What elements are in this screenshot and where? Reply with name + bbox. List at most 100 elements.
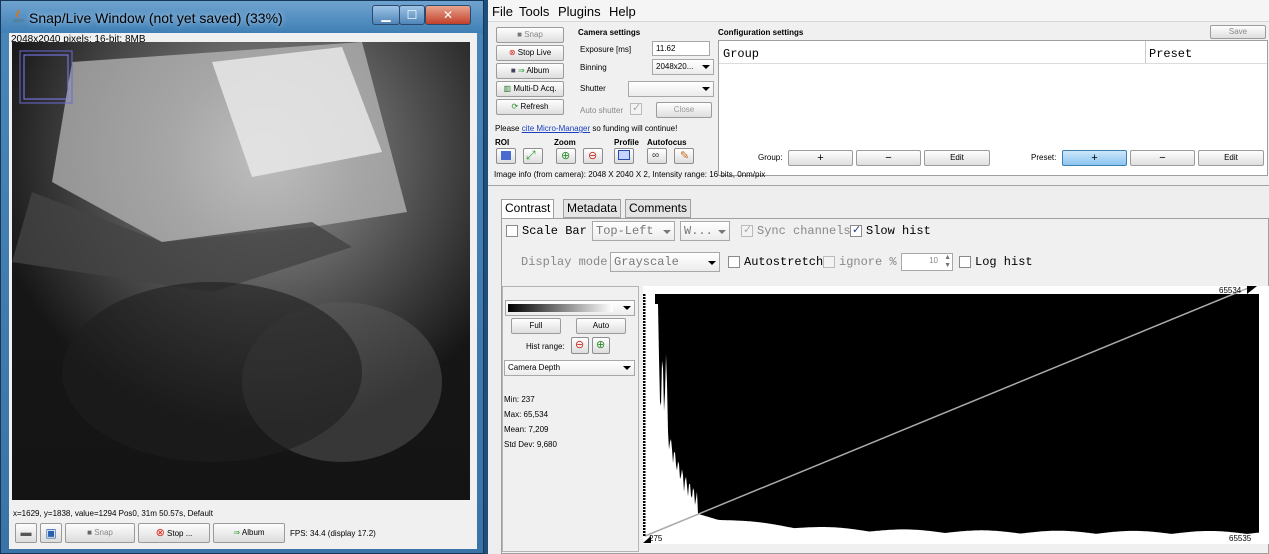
close-button[interactable]: ✕ bbox=[425, 5, 471, 25]
live-image[interactable] bbox=[12, 42, 470, 500]
binoculars-icon: ∞ bbox=[652, 150, 660, 161]
cite-link[interactable]: cite Micro-Manager bbox=[522, 124, 590, 133]
zoom-out-icon: ⊖ bbox=[588, 150, 598, 162]
refresh-icon: ⟳ bbox=[511, 102, 519, 111]
album-button[interactable]: ⇒ Album bbox=[213, 523, 285, 543]
open-folder-button[interactable]: ▬ bbox=[15, 523, 37, 543]
add-preset-button[interactable]: + bbox=[1062, 150, 1127, 166]
sync-channels-checkbox[interactable] bbox=[741, 223, 753, 237]
roi-rect-icon bbox=[501, 151, 511, 160]
wrench-icon: ✎ bbox=[680, 150, 690, 162]
histogram[interactable]: 65534 275 65535 bbox=[642, 285, 1269, 544]
snap-button[interactable]: ■ Snap bbox=[496, 27, 564, 43]
ignore-percent-label: ignore % bbox=[839, 255, 897, 269]
stat-min: Min: 237 bbox=[504, 395, 535, 404]
group-column-header[interactable]: Group bbox=[723, 47, 759, 61]
shutter-label: Shutter bbox=[580, 84, 606, 93]
zoom-in-button[interactable]: ⊕ bbox=[556, 148, 576, 164]
tab-comments[interactable]: Comments bbox=[625, 199, 692, 218]
ignore-percent-spinner[interactable]: 10 ▲ ▼ bbox=[901, 253, 953, 271]
arrow-right-icon: ⇒ bbox=[233, 528, 241, 537]
hist-range-end-label: 65535 bbox=[1229, 534, 1252, 543]
scale-bar-checkbox[interactable] bbox=[506, 225, 518, 237]
snap-button-disabled[interactable]: ■ Snap bbox=[65, 523, 135, 543]
album-button[interactable]: ■ ⇒ Album bbox=[496, 63, 564, 79]
roi-label: ROI bbox=[495, 138, 510, 147]
stat-std-dev: Std Dev: 9,680 bbox=[504, 440, 557, 449]
chevron-down-icon bbox=[702, 87, 710, 91]
hist-zoom-in-button[interactable]: ⊕ bbox=[592, 337, 610, 354]
hist-range-label: Hist range: bbox=[526, 342, 565, 351]
menu-plugins[interactable]: Plugins bbox=[558, 4, 601, 19]
camera-icon: ■ bbox=[87, 528, 92, 537]
autofocus-settings-button[interactable]: ✎ bbox=[674, 148, 694, 164]
preset-column-header[interactable]: Preset bbox=[1149, 47, 1192, 61]
spinner-arrows-icon: ▲ ▼ bbox=[944, 254, 951, 269]
scale-bar-label: Scale Bar bbox=[522, 224, 587, 238]
live-image-content bbox=[12, 42, 470, 500]
remove-preset-button[interactable]: − bbox=[1130, 150, 1195, 166]
remove-group-button[interactable]: − bbox=[856, 150, 921, 166]
auto-shutter-label: Auto shutter bbox=[580, 106, 624, 115]
tab-contrast[interactable]: Contrast bbox=[501, 199, 555, 219]
snap-title-bar[interactable]: Snap/Live Window (not yet saved) (33%) ▁… bbox=[1, 1, 483, 33]
autostretch-checkbox[interactable] bbox=[728, 256, 740, 268]
profile-label: Profile bbox=[614, 138, 639, 147]
profile-icon bbox=[618, 150, 630, 160]
folder-icon: ▬ bbox=[20, 527, 32, 539]
shutter-select[interactable] bbox=[628, 81, 714, 97]
edit-group-button[interactable]: Edit bbox=[924, 150, 990, 166]
close-shutter-button[interactable]: Close bbox=[656, 102, 712, 118]
group-label: Group: bbox=[758, 153, 783, 162]
add-group-button[interactable]: + bbox=[788, 150, 853, 166]
menu-file[interactable]: File bbox=[492, 4, 513, 19]
snap-window-title: Snap/Live Window (not yet saved) (33%) bbox=[29, 10, 283, 26]
hist-max-label: 65534 bbox=[1219, 286, 1242, 295]
hist-zoom-out-button[interactable]: ⊖ bbox=[571, 337, 589, 354]
set-roi-button[interactable] bbox=[496, 148, 516, 164]
menu-tools[interactable]: Tools bbox=[519, 4, 549, 19]
slow-hist-checkbox[interactable] bbox=[850, 223, 862, 237]
full-roi-button[interactable]: ⤢ bbox=[523, 148, 543, 164]
binning-select[interactable]: 2048x20... bbox=[652, 59, 714, 75]
scale-bar-position-select[interactable]: Top-Left bbox=[592, 221, 675, 241]
stat-mean: Mean: 7,209 bbox=[504, 425, 549, 434]
exposure-input[interactable]: 11.62 bbox=[652, 41, 710, 56]
save-image-button[interactable]: ▣ bbox=[40, 523, 62, 543]
save-config-button[interactable]: Save bbox=[1210, 25, 1266, 39]
stop-live-button[interactable]: ⊗ Stop ... bbox=[138, 523, 210, 543]
lut-gradient bbox=[508, 304, 613, 312]
stat-max: Max: 65,534 bbox=[504, 410, 549, 419]
chevron-down-icon bbox=[718, 230, 726, 234]
film-icon: ▥ bbox=[503, 84, 512, 93]
menu-help[interactable]: Help bbox=[609, 4, 636, 19]
multi-d-acq-button[interactable]: ▥ Multi-D Acq. bbox=[496, 81, 564, 97]
edit-preset-button[interactable]: Edit bbox=[1198, 150, 1264, 166]
full-range-button[interactable]: Full bbox=[511, 318, 561, 334]
auto-range-button[interactable]: Auto bbox=[576, 318, 626, 334]
max-handle-icon bbox=[1247, 286, 1257, 294]
lut-select[interactable] bbox=[505, 300, 635, 316]
fps-readout: FPS: 34.4 (display 17.2) bbox=[290, 529, 376, 538]
display-mode-select[interactable]: Grayscale bbox=[610, 252, 720, 272]
config-settings-heading: Configuration settings bbox=[718, 28, 804, 37]
maximize-button[interactable]: ☐ bbox=[399, 5, 425, 25]
zoom-in-icon: ⊕ bbox=[561, 150, 571, 162]
line-profile-button[interactable] bbox=[614, 148, 634, 164]
tab-metadata[interactable]: Metadata bbox=[563, 199, 622, 218]
header-divider bbox=[719, 63, 1267, 64]
auto-shutter-checkbox[interactable] bbox=[630, 101, 642, 115]
log-hist-label: Log hist bbox=[975, 255, 1033, 269]
scale-bar-color-select[interactable]: W... bbox=[680, 221, 730, 241]
autofocus-button[interactable]: ∞ bbox=[647, 148, 667, 164]
log-hist-checkbox[interactable] bbox=[959, 256, 971, 268]
minimize-button[interactable]: ▁ bbox=[372, 5, 400, 25]
zoom-out-button[interactable]: ⊖ bbox=[583, 148, 603, 164]
refresh-button[interactable]: ⟳ Refresh bbox=[496, 99, 564, 115]
slow-hist-label: Slow hist bbox=[866, 224, 931, 238]
ignore-percent-checkbox[interactable] bbox=[823, 256, 835, 268]
bit-depth-select[interactable]: Camera Depth bbox=[504, 360, 635, 376]
stop-live-button[interactable]: ⊗ Stop Live bbox=[496, 45, 564, 61]
zoom-out-icon: ⊖ bbox=[575, 339, 585, 351]
zoom-label: Zoom bbox=[554, 138, 576, 147]
